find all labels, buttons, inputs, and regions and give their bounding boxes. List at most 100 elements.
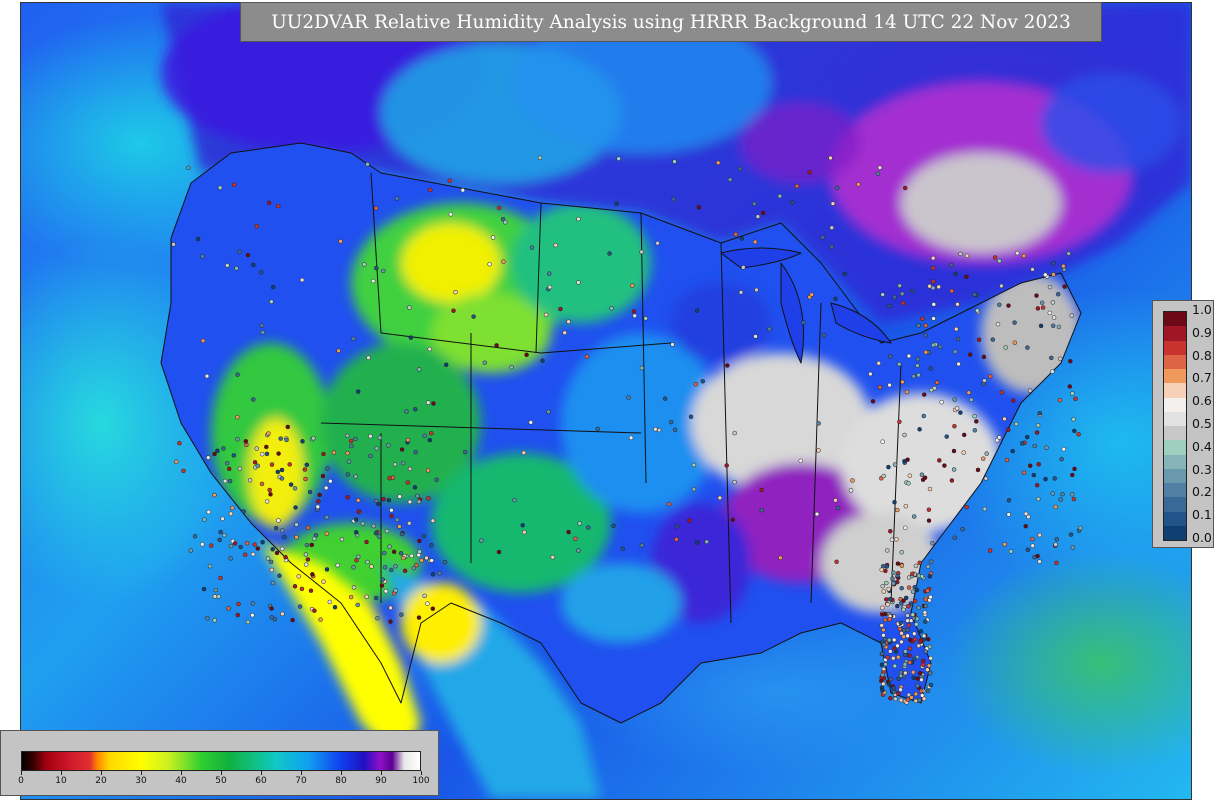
station-dot [886, 586, 891, 592]
station-dot [1051, 272, 1056, 277]
station-dot [284, 437, 289, 443]
station-dot [739, 236, 745, 241]
station-dot [888, 649, 893, 654]
station-dot [928, 559, 934, 564]
station-dot [1067, 384, 1073, 389]
station-dot [310, 572, 315, 577]
station-dot [906, 353, 912, 359]
station-dot [891, 637, 897, 643]
station-dot [912, 656, 917, 661]
station-dot [226, 466, 232, 472]
station-dot [208, 543, 214, 548]
station-dot [1034, 482, 1040, 488]
station-dot [966, 390, 972, 395]
station-dot [247, 478, 253, 483]
station-dot [981, 354, 987, 360]
station-dot [939, 399, 944, 405]
station-dot [407, 305, 412, 310]
station-dot [1050, 369, 1055, 374]
station-dot [920, 662, 926, 668]
station-dot [662, 396, 668, 401]
station-dot [290, 617, 295, 623]
station-dot [1037, 532, 1042, 538]
station-dot [981, 381, 986, 387]
station-dot [987, 374, 993, 379]
station-dot [528, 420, 534, 425]
station-dot [926, 518, 932, 523]
station-dot [236, 601, 241, 607]
station-dot [300, 439, 305, 444]
station-dot [259, 323, 265, 328]
station-dot [1050, 300, 1056, 305]
station-dot [910, 670, 916, 675]
station-dot [1030, 267, 1035, 272]
station-dot [999, 283, 1004, 289]
station-dot [925, 588, 930, 593]
colorbar-step [1164, 468, 1186, 483]
station-dot [972, 292, 977, 297]
colorbar-step [1164, 440, 1186, 455]
station-dot [1058, 356, 1063, 362]
station-dot [520, 523, 525, 528]
station-dot [388, 605, 393, 611]
station-dot [1006, 512, 1011, 517]
colorbar-tick-label: 90 [375, 776, 387, 786]
station-dot [409, 553, 414, 559]
station-dot [496, 205, 502, 211]
colorbar-step [1164, 326, 1186, 341]
station-dot [416, 615, 422, 620]
station-dot [318, 617, 323, 622]
station-dot [399, 612, 404, 617]
station-dot [540, 358, 545, 363]
station-dot [1070, 545, 1076, 550]
station-dot [949, 478, 955, 483]
station-dot [992, 255, 998, 260]
station-dot [895, 603, 900, 609]
station-dot [171, 242, 176, 247]
station-dot [186, 165, 191, 171]
station-dot [1035, 423, 1041, 428]
station-dot [399, 447, 405, 452]
station-dot [984, 451, 989, 456]
station-dot [235, 612, 241, 618]
station-dot [389, 507, 394, 513]
station-dot [888, 695, 893, 701]
station-dot [928, 594, 933, 600]
station-dot [906, 481, 911, 486]
station-dot [951, 467, 957, 472]
station-dot [737, 166, 743, 171]
station-dot [250, 551, 256, 557]
station-dot [809, 292, 814, 297]
colorbar-step [1164, 369, 1186, 384]
station-dot [331, 450, 337, 455]
station-dot [364, 539, 369, 545]
station-dot [887, 303, 892, 309]
station-dot [228, 543, 234, 549]
station-dot [573, 536, 578, 542]
station-dot [1057, 397, 1063, 403]
station-dot [896, 691, 901, 696]
station-dot [522, 529, 527, 535]
station-dot [891, 581, 896, 586]
station-dot [222, 532, 227, 538]
station-dot [415, 493, 420, 499]
station-dot [953, 271, 958, 277]
station-dot [896, 654, 901, 660]
station-dot [911, 374, 916, 379]
station-dot [1060, 491, 1065, 497]
station-dot [356, 509, 362, 514]
colorbar-tickmark [421, 771, 422, 775]
station-dot [401, 555, 406, 561]
station-dot [377, 435, 383, 441]
station-dot [392, 462, 398, 467]
station-dot [200, 338, 206, 344]
station-dot [553, 242, 558, 248]
station-dot [631, 309, 637, 314]
station-dot [447, 178, 453, 184]
station-dot [922, 610, 928, 615]
station-dot [886, 464, 891, 470]
colorbar-tick-label: 0.3 [1192, 461, 1212, 477]
observation-colorbar [1163, 311, 1187, 541]
station-dot [828, 155, 833, 161]
station-dot [967, 352, 973, 357]
